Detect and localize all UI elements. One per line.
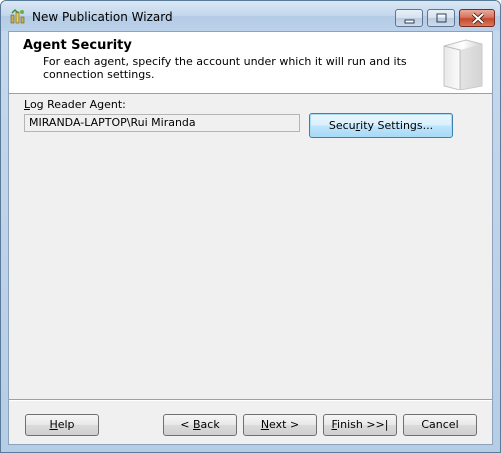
wizard-header: Agent Security For each agent, specify t… (9, 32, 492, 94)
maximize-button[interactable] (427, 9, 455, 27)
close-icon (471, 12, 485, 25)
title-bar[interactable]: New Publication Wizard (1, 1, 500, 31)
back-label: ack (200, 418, 220, 431)
cancel-button[interactable]: Cancel (403, 414, 477, 436)
back-button[interactable]: < Back (163, 414, 237, 436)
log-reader-label-text: og Reader Agent: (29, 98, 126, 111)
next-button[interactable]: Next > (243, 414, 317, 436)
finish-label: inish >>| (337, 418, 389, 431)
maximize-icon (436, 13, 447, 23)
footer-divider (9, 399, 492, 401)
close-button[interactable] (459, 9, 495, 27)
wizard-window: New Publication Wizard Agent Security Fo… (0, 0, 501, 453)
wizard-app-icon (10, 9, 26, 25)
log-reader-account-field[interactable]: MIRANDA-LAPTOP\Rui Miranda (24, 114, 300, 132)
page-description: For each agent, specify the account unde… (43, 55, 407, 81)
wizard-header-graphic-icon (443, 39, 483, 90)
wizard-client-area: Agent Security For each agent, specify t… (8, 31, 493, 445)
finish-button[interactable]: Finish >>| (323, 414, 397, 436)
help-label: elp (57, 418, 75, 431)
security-settings-label-post: ity Settings... (360, 119, 434, 132)
next-label: ext > (269, 418, 300, 431)
back-mnemonic: B (193, 418, 201, 431)
minimize-button[interactable] (395, 9, 423, 27)
next-mnemonic: N (260, 418, 270, 431)
minimize-icon (404, 19, 415, 24)
back-label-pre: < (180, 418, 193, 431)
page-title: Agent Security (23, 38, 132, 53)
security-settings-button[interactable]: Security Settings... (309, 113, 453, 138)
help-mnemonic: H (49, 418, 58, 431)
log-reader-agent-label: Log Reader Agent: (24, 98, 126, 111)
help-button[interactable]: Help (25, 414, 99, 436)
window-title: New Publication Wizard (32, 10, 173, 24)
security-settings-label-pre: Secu (328, 119, 356, 132)
